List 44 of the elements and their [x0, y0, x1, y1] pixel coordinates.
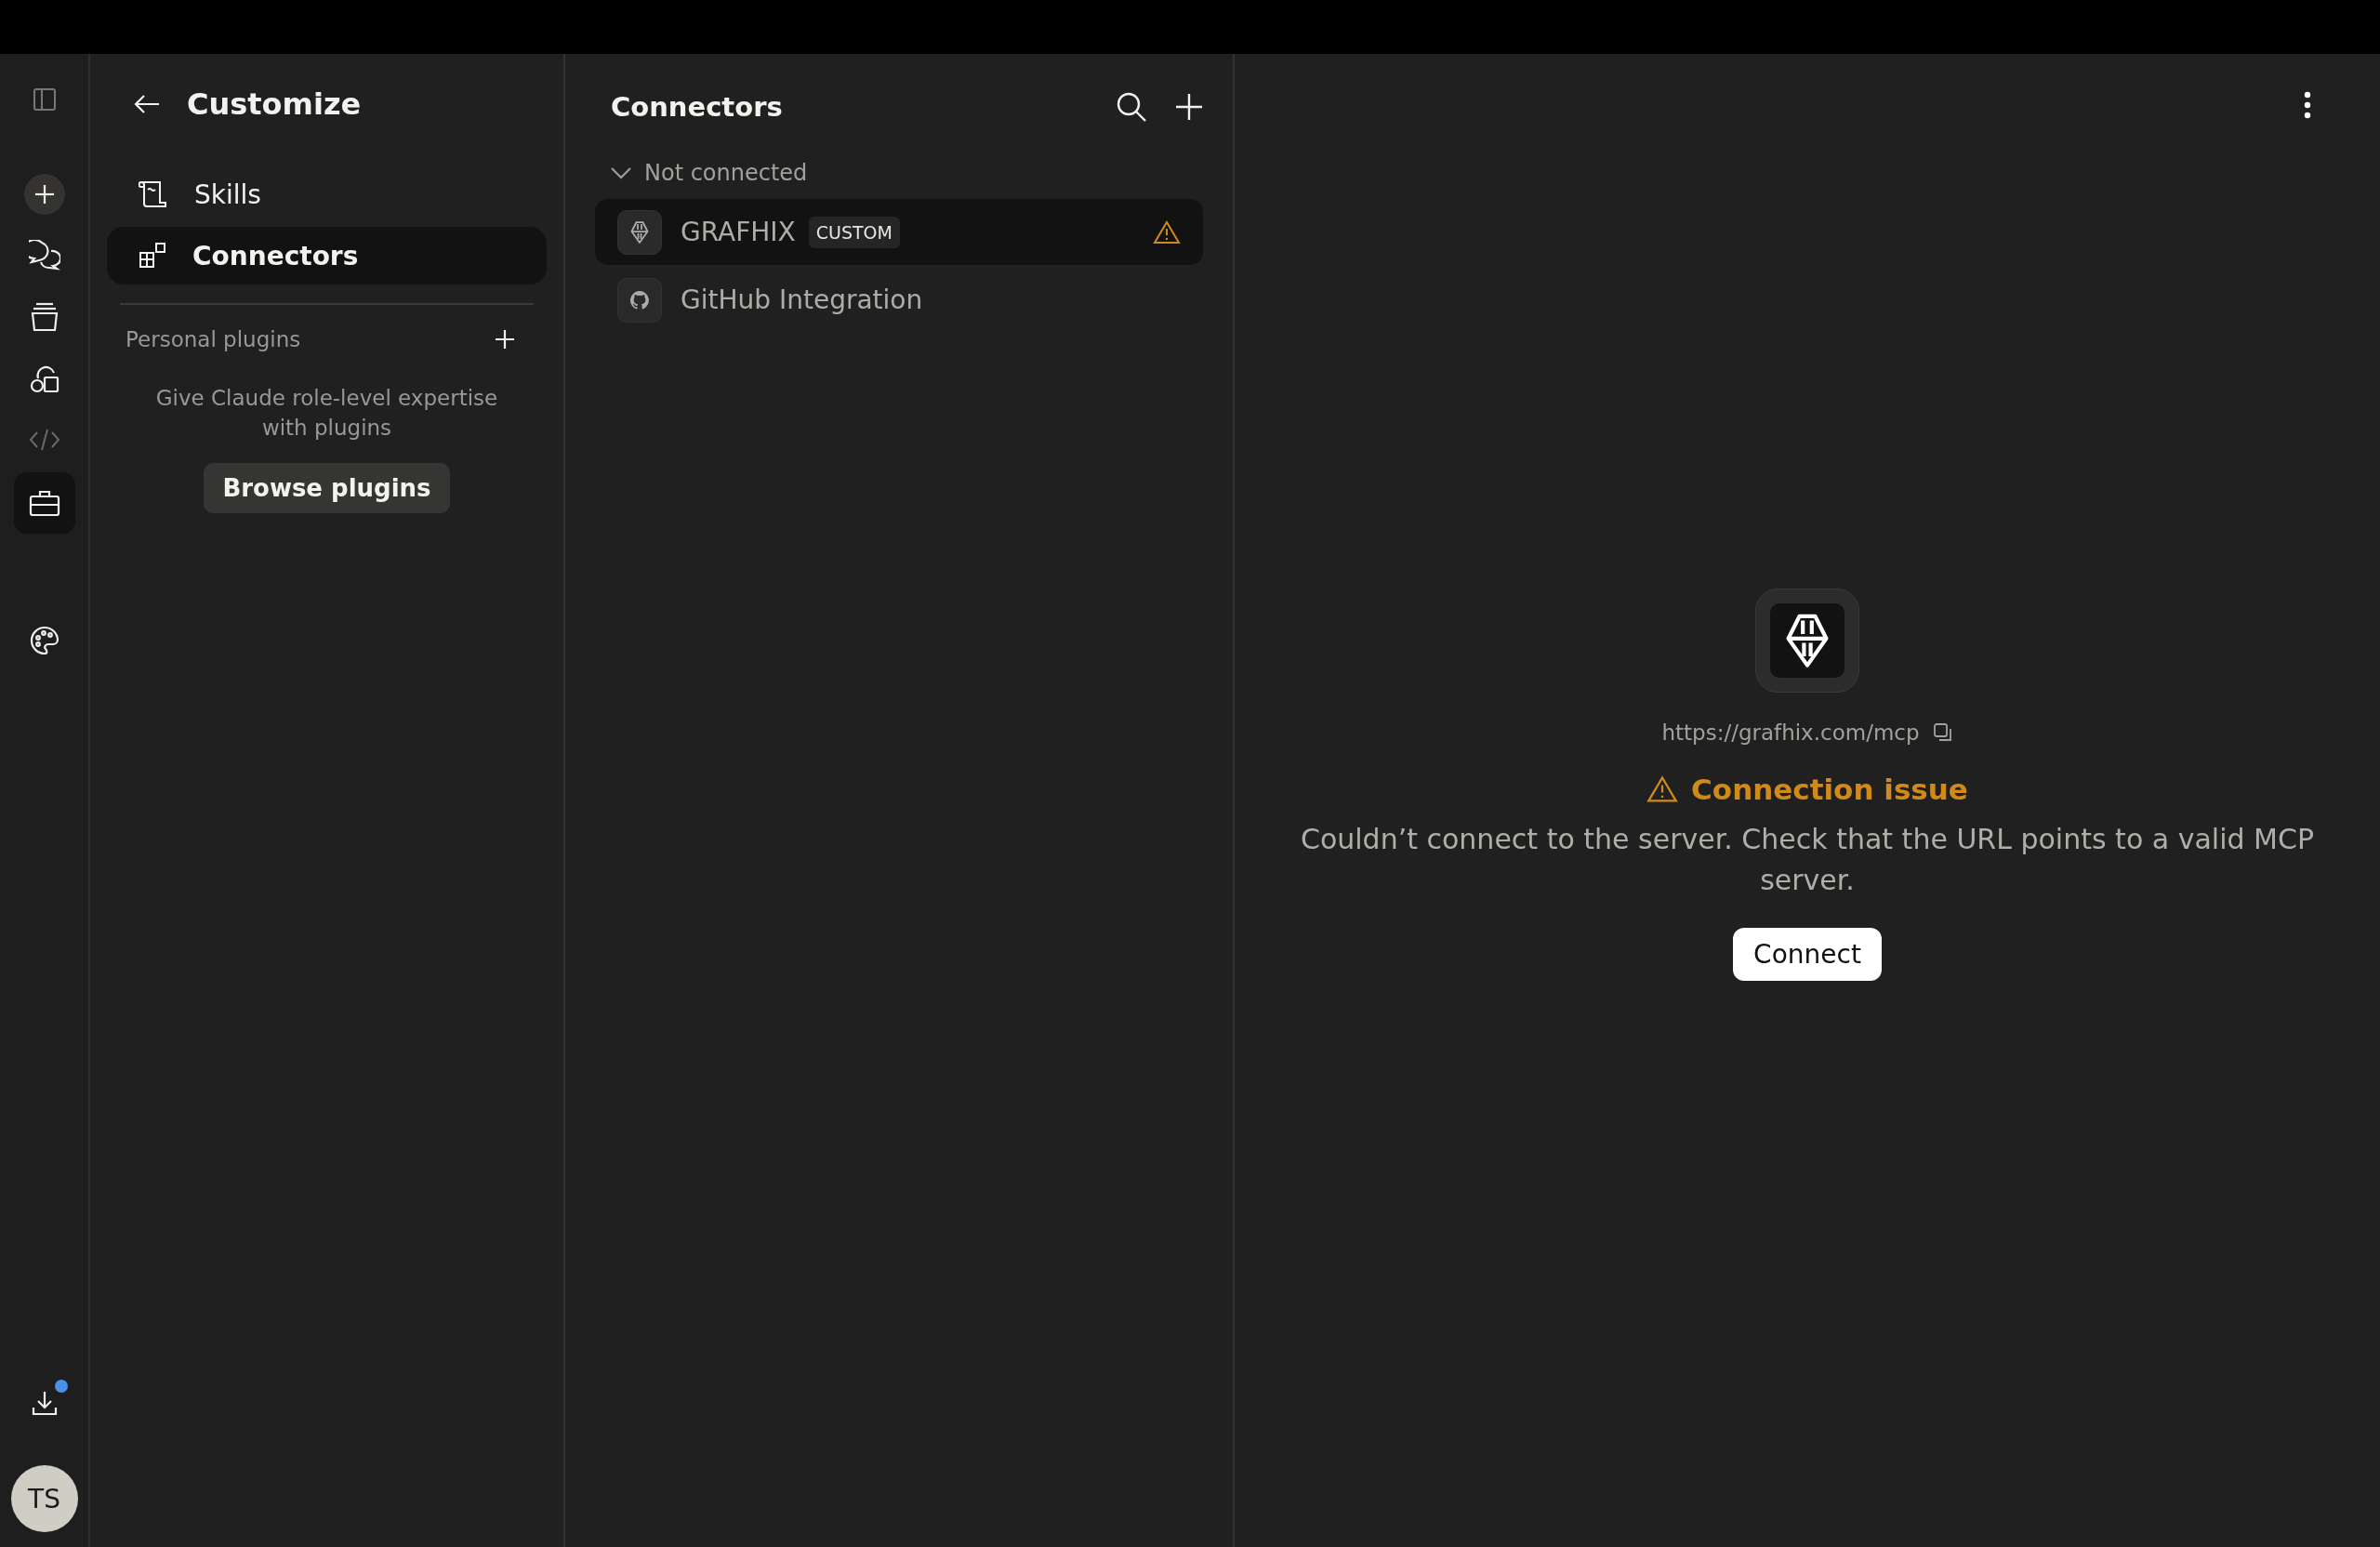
- back-arrow-icon: [133, 94, 161, 114]
- download-icon: [30, 1389, 59, 1417]
- rail-button[interactable]: [23, 174, 65, 215]
- plus-icon: [1175, 93, 1203, 121]
- status-title: Connection issue: [1691, 773, 1968, 806]
- more-icon: [2304, 91, 2311, 119]
- avatar[interactable]: TS: [10, 1465, 78, 1532]
- custom-tag: CUSTOM: [808, 216, 900, 248]
- copy-icon: [1932, 722, 1953, 743]
- section-heading: Personal plugins: [126, 327, 301, 351]
- search-icon: [1116, 91, 1147, 123]
- palette-icon: [29, 626, 60, 655]
- copy-button[interactable]: [1932, 722, 1953, 743]
- error-message: Couldn’t connect to the server. Check that the URL points to a valid MCP server.: [1299, 822, 2315, 898]
- connector-item[interactable]: GitHub Integration: [595, 267, 1203, 333]
- blocks-icon: [139, 242, 166, 270]
- plugins-description: Give Claude role-level expertise with plugins: [154, 385, 499, 443]
- group-toggle[interactable]: Not connected: [595, 160, 808, 186]
- connector-item[interactable]: GRAFHIX CUSTOM: [595, 199, 1203, 265]
- code-icon: [28, 427, 60, 453]
- add-plugin-button[interactable]: [495, 329, 515, 350]
- nav-item[interactable]: Skills: [107, 165, 547, 223]
- browse-plugins-button[interactable]: Browse plugins: [204, 463, 450, 514]
- panel-title: Connectors: [611, 91, 784, 123]
- scroll-icon: [139, 179, 168, 209]
- diamond-logo-icon: [630, 219, 649, 245]
- rail-button[interactable]: [13, 472, 75, 534]
- server-url: https://grafhix.com/mcp: [1661, 721, 1920, 745]
- search-button[interactable]: [1116, 91, 1147, 123]
- connect-button[interactable]: Connect: [1733, 928, 1882, 981]
- connector-name: GitHub Integration: [681, 284, 923, 315]
- github-logo-icon: [630, 290, 649, 310]
- toolbox-icon: [28, 489, 60, 517]
- more-button[interactable]: [2304, 91, 2311, 119]
- stack-icon: [29, 301, 60, 333]
- panel-title: Customize: [187, 86, 362, 122]
- add-connector-button[interactable]: [1175, 93, 1203, 121]
- connector-name: GRAFHIX: [681, 217, 796, 247]
- nav-item[interactable]: Connectors: [107, 227, 547, 284]
- sidebar-icon: [32, 87, 57, 112]
- warning-icon: [1646, 775, 1679, 803]
- back-button[interactable]: [133, 94, 161, 114]
- chevron-icon: [611, 166, 631, 179]
- plus-icon: [495, 329, 515, 350]
